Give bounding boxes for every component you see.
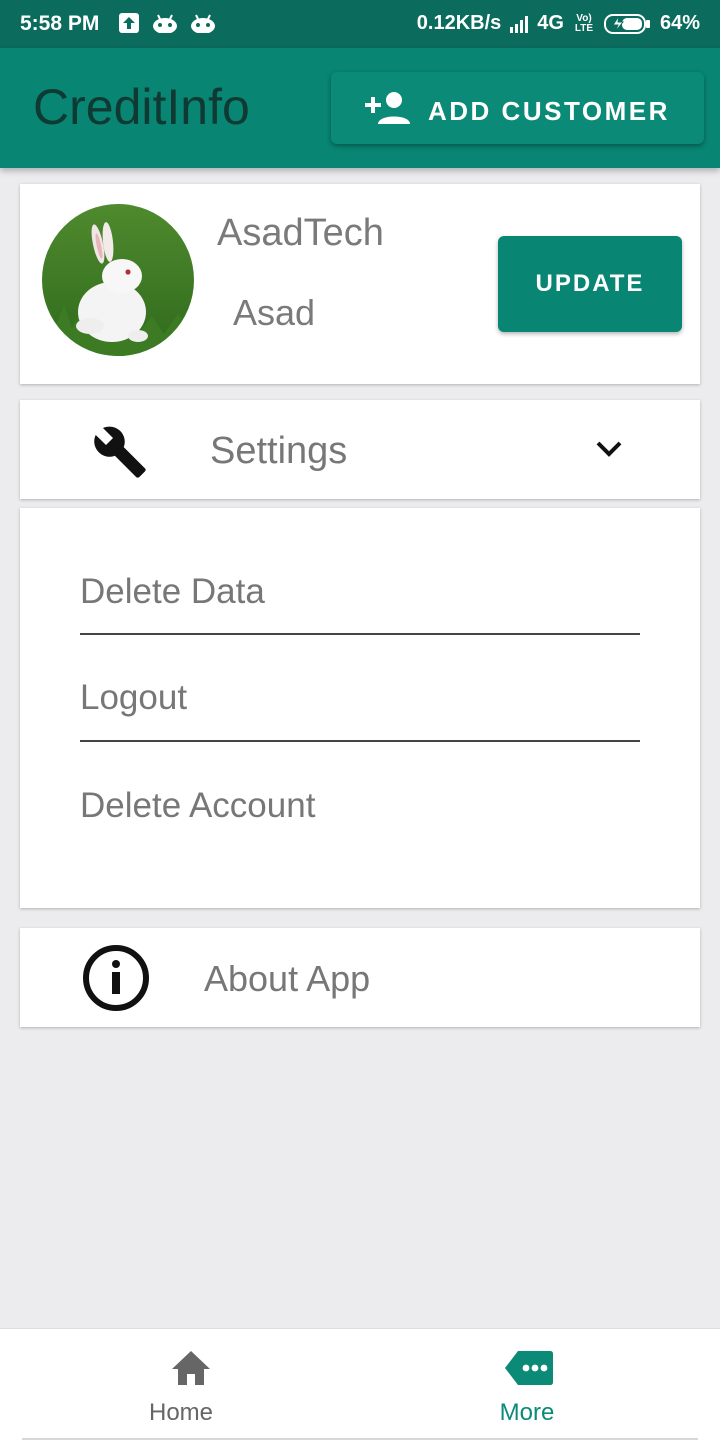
add-customer-button[interactable]: ADD CUSTOMER — [331, 72, 704, 144]
volte-badge: Vo) LTE — [574, 12, 594, 34]
update-button[interactable]: UPDATE — [498, 236, 682, 332]
settings-toggle[interactable]: Settings — [20, 400, 700, 499]
android-icon — [191, 14, 215, 33]
nav-more-label: More — [499, 1399, 555, 1426]
status-bar: 5:58 PM 0.12KB/s 4G Vo) LTE 64% — [0, 0, 720, 48]
app-title: CreditInfo — [33, 79, 250, 135]
about-app-item[interactable]: About App — [20, 928, 700, 1027]
add-customer-label: ADD CUSTOMER — [428, 96, 670, 126]
nav-home[interactable]: Home — [10, 1329, 370, 1440]
logout-item[interactable]: Logout — [80, 678, 640, 742]
android-icon — [153, 14, 177, 33]
profile-card: AsadTech Asad UPDATE — [20, 184, 700, 384]
notification-icons — [118, 12, 216, 34]
chevron-down-icon — [594, 438, 624, 465]
battery-icon — [603, 13, 650, 34]
signal-icon — [510, 15, 529, 33]
wrench-icon — [92, 424, 148, 485]
network-type: 4G — [537, 12, 564, 34]
app-bar: CreditInfo ADD CUSTOMER — [0, 48, 720, 168]
settings-menu: Delete Data Logout Delete Account — [20, 508, 700, 908]
settings-label: Settings — [210, 430, 348, 472]
add-person-icon — [363, 90, 411, 131]
owner-name: Asad — [233, 292, 316, 333]
nav-more[interactable]: More — [347, 1329, 707, 1440]
battery-percent: 64% — [659, 12, 700, 34]
home-icon — [170, 1349, 212, 1392]
info-icon — [82, 944, 150, 1017]
nav-home-label: Home — [148, 1399, 214, 1426]
upload-icon — [119, 13, 139, 33]
delete-account-item[interactable]: Delete Account — [80, 786, 640, 846]
status-time: 5:58 PM — [20, 12, 100, 35]
more-icon — [504, 1349, 554, 1392]
company-name: AsadTech — [217, 212, 384, 254]
bottom-nav: Home More — [0, 1328, 720, 1440]
network-speed: 0.12KB/s — [416, 12, 502, 34]
avatar — [42, 204, 194, 356]
about-app-label: About App — [204, 958, 371, 999]
delete-data-item[interactable]: Delete Data — [80, 572, 640, 635]
status-right: 0.12KB/s 4G Vo) LTE 64% — [417, 12, 700, 35]
